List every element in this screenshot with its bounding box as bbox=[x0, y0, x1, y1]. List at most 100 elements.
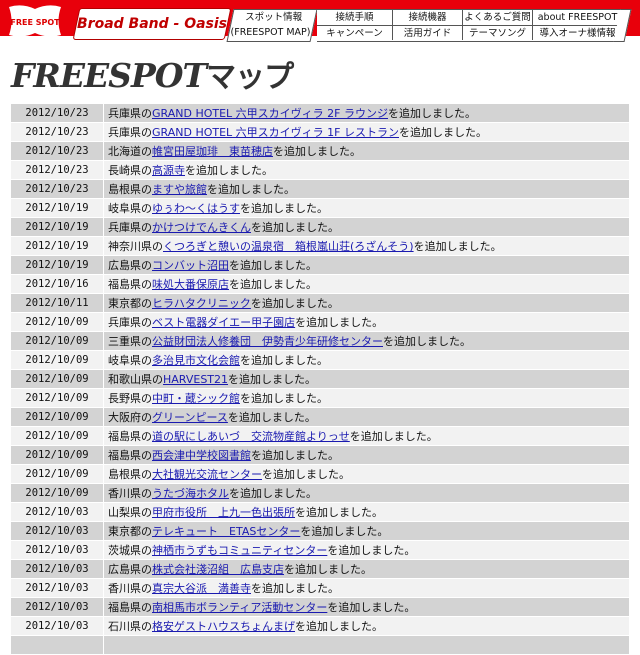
entry-prefecture: 兵庫県の bbox=[108, 316, 152, 329]
entry-suffix: を追加しました。 bbox=[229, 259, 317, 272]
entry-description: 神奈川県のくつろぎと憩いの温泉宿 箱根嵐山荘(ろざんそう)を追加しました。 bbox=[104, 237, 629, 256]
entry-spot-link[interactable]: 南相馬市ボランティア活動センター bbox=[152, 601, 327, 614]
entry-suffix: を追加しました。 bbox=[207, 183, 295, 196]
entry-description: 兵庫県のGRAND HOTEL 六甲スカイヴィラ 2F ラウンジを追加しました。 bbox=[104, 104, 629, 123]
entry-spot-link[interactable]: 神栖市うずもコミュニティセンター bbox=[152, 544, 327, 557]
nav-theme-song[interactable]: テーマソング bbox=[463, 25, 533, 40]
entry-suffix: を追加しました。 bbox=[251, 449, 339, 462]
entry-spot-link[interactable]: グリーンピース bbox=[152, 411, 228, 424]
entry-spot-link[interactable]: 高源寺 bbox=[152, 164, 185, 177]
entry-date: 2012/10/03 bbox=[11, 541, 104, 560]
nav-spot-info[interactable]: スポット情報 (FREESPOT MAP) bbox=[226, 9, 318, 42]
entry-spot-link[interactable]: 道の駅にしあいづ 交流物産館よりっせ bbox=[152, 430, 350, 443]
entry-spot-link[interactable]: 中町・蔵シック館 bbox=[152, 392, 240, 405]
nav-connection-steps[interactable]: 接続手順 bbox=[317, 10, 393, 25]
entry-date: 2012/10/09 bbox=[11, 446, 104, 465]
entry-spot-link[interactable]: かけつけでんきくん bbox=[152, 221, 251, 234]
entry-spot-link[interactable]: 格安ゲストハウスちょんまげ bbox=[152, 620, 295, 633]
entry-date: 2012/10/09 bbox=[11, 313, 104, 332]
entry-spot-link[interactable]: 株式会社淺沼組 広島支店 bbox=[152, 563, 284, 576]
entry-spot-link[interactable]: 大社観光交流センター bbox=[152, 468, 262, 481]
entry-date: 2012/10/09 bbox=[11, 332, 104, 351]
entry-suffix: を追加しました。 bbox=[250, 297, 339, 310]
nav-spot-info-line1: スポット情報 bbox=[245, 12, 303, 23]
entry-spot-link[interactable]: 真宗大谷派 満善寺 bbox=[152, 582, 251, 595]
entry-spot-link[interactable]: テレキュート ETASセンター bbox=[152, 525, 300, 538]
entry-spot-link[interactable]: 多治見市文化会館 bbox=[152, 354, 240, 367]
list-row: 2012/10/09 兵庫県のベスト電器ダイエー甲子園店を追加しました。 bbox=[11, 313, 629, 332]
entry-description: 和歌山県のHARVEST21を追加しました。 bbox=[104, 370, 629, 389]
list-row: 2012/10/19 広島県のコンバット沼田を追加しました。 bbox=[11, 256, 629, 275]
entry-description: 茨城県の神栖市うずもコミュニティセンターを追加しました。 bbox=[104, 541, 629, 560]
entry-prefecture: 福島県の bbox=[108, 601, 152, 614]
nav-owner-info[interactable]: 導入オーナ様情報 bbox=[533, 25, 622, 40]
entry-date: 2012/10/09 bbox=[11, 370, 104, 389]
nav-about[interactable]: about FREESPOT bbox=[533, 10, 622, 25]
list-row: 2012/10/03 茨城県の神栖市うずもコミュニティセンターを追加しました。 bbox=[11, 541, 629, 560]
list-row: 2012/10/16 福島県の味処大番保原店を追加しました。 bbox=[11, 275, 629, 294]
entry-suffix: を追加しました。 bbox=[262, 468, 350, 481]
entry-prefecture: 香川県の bbox=[108, 487, 152, 500]
entry-spot-link[interactable]: コンバット沼田 bbox=[152, 259, 229, 272]
entry-suffix: を追加しました。 bbox=[349, 430, 438, 443]
entry-prefecture: 岐阜県の bbox=[108, 202, 152, 215]
entry-suffix: を追加しました。 bbox=[327, 601, 416, 614]
entry-spot-link[interactable]: ベスト電器ダイエー甲子園店 bbox=[152, 316, 295, 329]
list-row: 2012/10/09 香川県のうたづ海ホタルを追加しました。 bbox=[11, 484, 629, 503]
entry-prefecture: 兵庫県の bbox=[108, 107, 152, 120]
nav-campaign[interactable]: キャンペーン bbox=[317, 25, 393, 40]
list-row: 2012/10/19 神奈川県のくつろぎと憩いの温泉宿 箱根嵐山荘(ろざんそう)を… bbox=[11, 237, 629, 256]
entry-date: 2012/10/03 bbox=[11, 503, 104, 522]
list-row: 2012/10/03 山梨県の甲府市役所 上九一色出張所を追加しました。 bbox=[11, 503, 629, 522]
list-row: 2012/10/23 長崎県の高源寺を追加しました。 bbox=[11, 161, 629, 180]
entry-suffix: を追加しました。 bbox=[185, 164, 273, 177]
brand-banner[interactable]: Broad Band - Oasis bbox=[72, 8, 232, 40]
entry-spot-link[interactable]: 公益財団法人修養団 伊勢青少年研修センター bbox=[152, 335, 383, 348]
entry-spot-link[interactable]: ゆぅわ～くはうす bbox=[152, 202, 240, 215]
entry-prefecture: 兵庫県の bbox=[108, 126, 152, 139]
entry-suffix: を追加しました。 bbox=[327, 544, 416, 557]
entry-prefecture: 山梨県の bbox=[108, 506, 152, 519]
entry-suffix: を追加しました。 bbox=[383, 335, 471, 348]
nav-guide[interactable]: 活用ガイド bbox=[393, 25, 463, 40]
main-nav: スポット情報 (FREESPOT MAP) 接続手順 接続機器 よくあるご質問 … bbox=[226, 9, 632, 42]
freespot-logo[interactable]: FREE SPOT bbox=[6, 3, 64, 39]
entry-prefecture: 香川県の bbox=[108, 582, 152, 595]
entry-spot-link[interactable]: 味処大番保原店 bbox=[152, 278, 229, 291]
nav-devices[interactable]: 接続機器 bbox=[393, 10, 463, 25]
entry-prefecture: 和歌山県の bbox=[108, 373, 163, 386]
entry-prefecture: 大阪府の bbox=[108, 411, 152, 424]
entry-spot-link[interactable]: ヒラハタクリニック bbox=[152, 297, 251, 310]
entry-spot-link[interactable]: 甲府市役所 上九一色出張所 bbox=[152, 506, 295, 519]
entry-prefecture: 茨城県の bbox=[108, 544, 152, 557]
list-row: 2012/10/09 長野県の中町・蔵シック館を追加しました。 bbox=[11, 389, 629, 408]
brand-text: Broad Band - Oasis bbox=[77, 16, 228, 32]
entry-spot-link[interactable]: ますや旅館 bbox=[152, 183, 207, 196]
entry-description: 東京都のヒラハタクリニックを追加しました。 bbox=[104, 294, 629, 313]
entry-description: 長崎県の高源寺を追加しました。 bbox=[104, 161, 629, 180]
entry-description: 山梨県の甲府市役所 上九一色出張所を追加しました。 bbox=[104, 503, 629, 522]
nav-faq[interactable]: よくあるご質問 bbox=[463, 10, 533, 25]
entry-description: 福島県の道の駅にしあいづ 交流物産館よりっせを追加しました。 bbox=[104, 427, 629, 446]
entry-spot-link[interactable]: うたづ海ホタル bbox=[152, 487, 229, 500]
entry-prefecture: 神奈川県の bbox=[108, 240, 163, 253]
entry-spot-link[interactable]: GRAND HOTEL 六甲スカイヴィラ 2F ラウンジ bbox=[152, 107, 388, 120]
list-row: 2012/10/19 岐阜県のゆぅわ～くはうすを追加しました。 bbox=[11, 199, 629, 218]
entry-description: 広島県の株式会社淺沼組 広島支店を追加しました。 bbox=[104, 560, 629, 579]
entry-spot-link[interactable]: 西会津中学校図書館 bbox=[152, 449, 251, 462]
list-row: 2012/10/23 島根県のますや旅館を追加しました。 bbox=[11, 180, 629, 199]
entry-date: 2012/10/09 bbox=[11, 484, 104, 503]
entry-prefecture: 福島県の bbox=[108, 430, 152, 443]
list-row: 2012/10/03 広島県の株式会社淺沼組 広島支店を追加しました。 bbox=[11, 560, 629, 579]
update-list: 2012/10/23 兵庫県のGRAND HOTEL 六甲スカイヴィラ 2F ラウ… bbox=[11, 104, 629, 655]
entry-description: 香川県の真宗大谷派 満善寺を追加しました。 bbox=[104, 579, 629, 598]
entry-spot-link[interactable]: HARVEST21 bbox=[163, 373, 228, 386]
entry-spot-link[interactable]: 帷宮田屋珈琲 東苗穂店 bbox=[152, 145, 273, 158]
list-row: 2012/10/09 福島県の道の駅にしあいづ 交流物産館よりっせを追加しました。 bbox=[11, 427, 629, 446]
entry-spot-link[interactable]: くつろぎと憩いの温泉宿 箱根嵐山荘(ろざんそう) bbox=[163, 240, 414, 253]
entry-date: 2012/10/09 bbox=[11, 465, 104, 484]
list-row: 2012/10/09 和歌山県のHARVEST21を追加しました。 bbox=[11, 370, 629, 389]
entry-date: 2012/10/16 bbox=[11, 275, 104, 294]
entry-spot-link[interactable]: GRAND HOTEL 六甲スカイヴィラ 1F レストラン bbox=[152, 126, 399, 139]
entry-description: 三重県の公益財団法人修養団 伊勢青少年研修センターを追加しました。 bbox=[104, 332, 629, 351]
